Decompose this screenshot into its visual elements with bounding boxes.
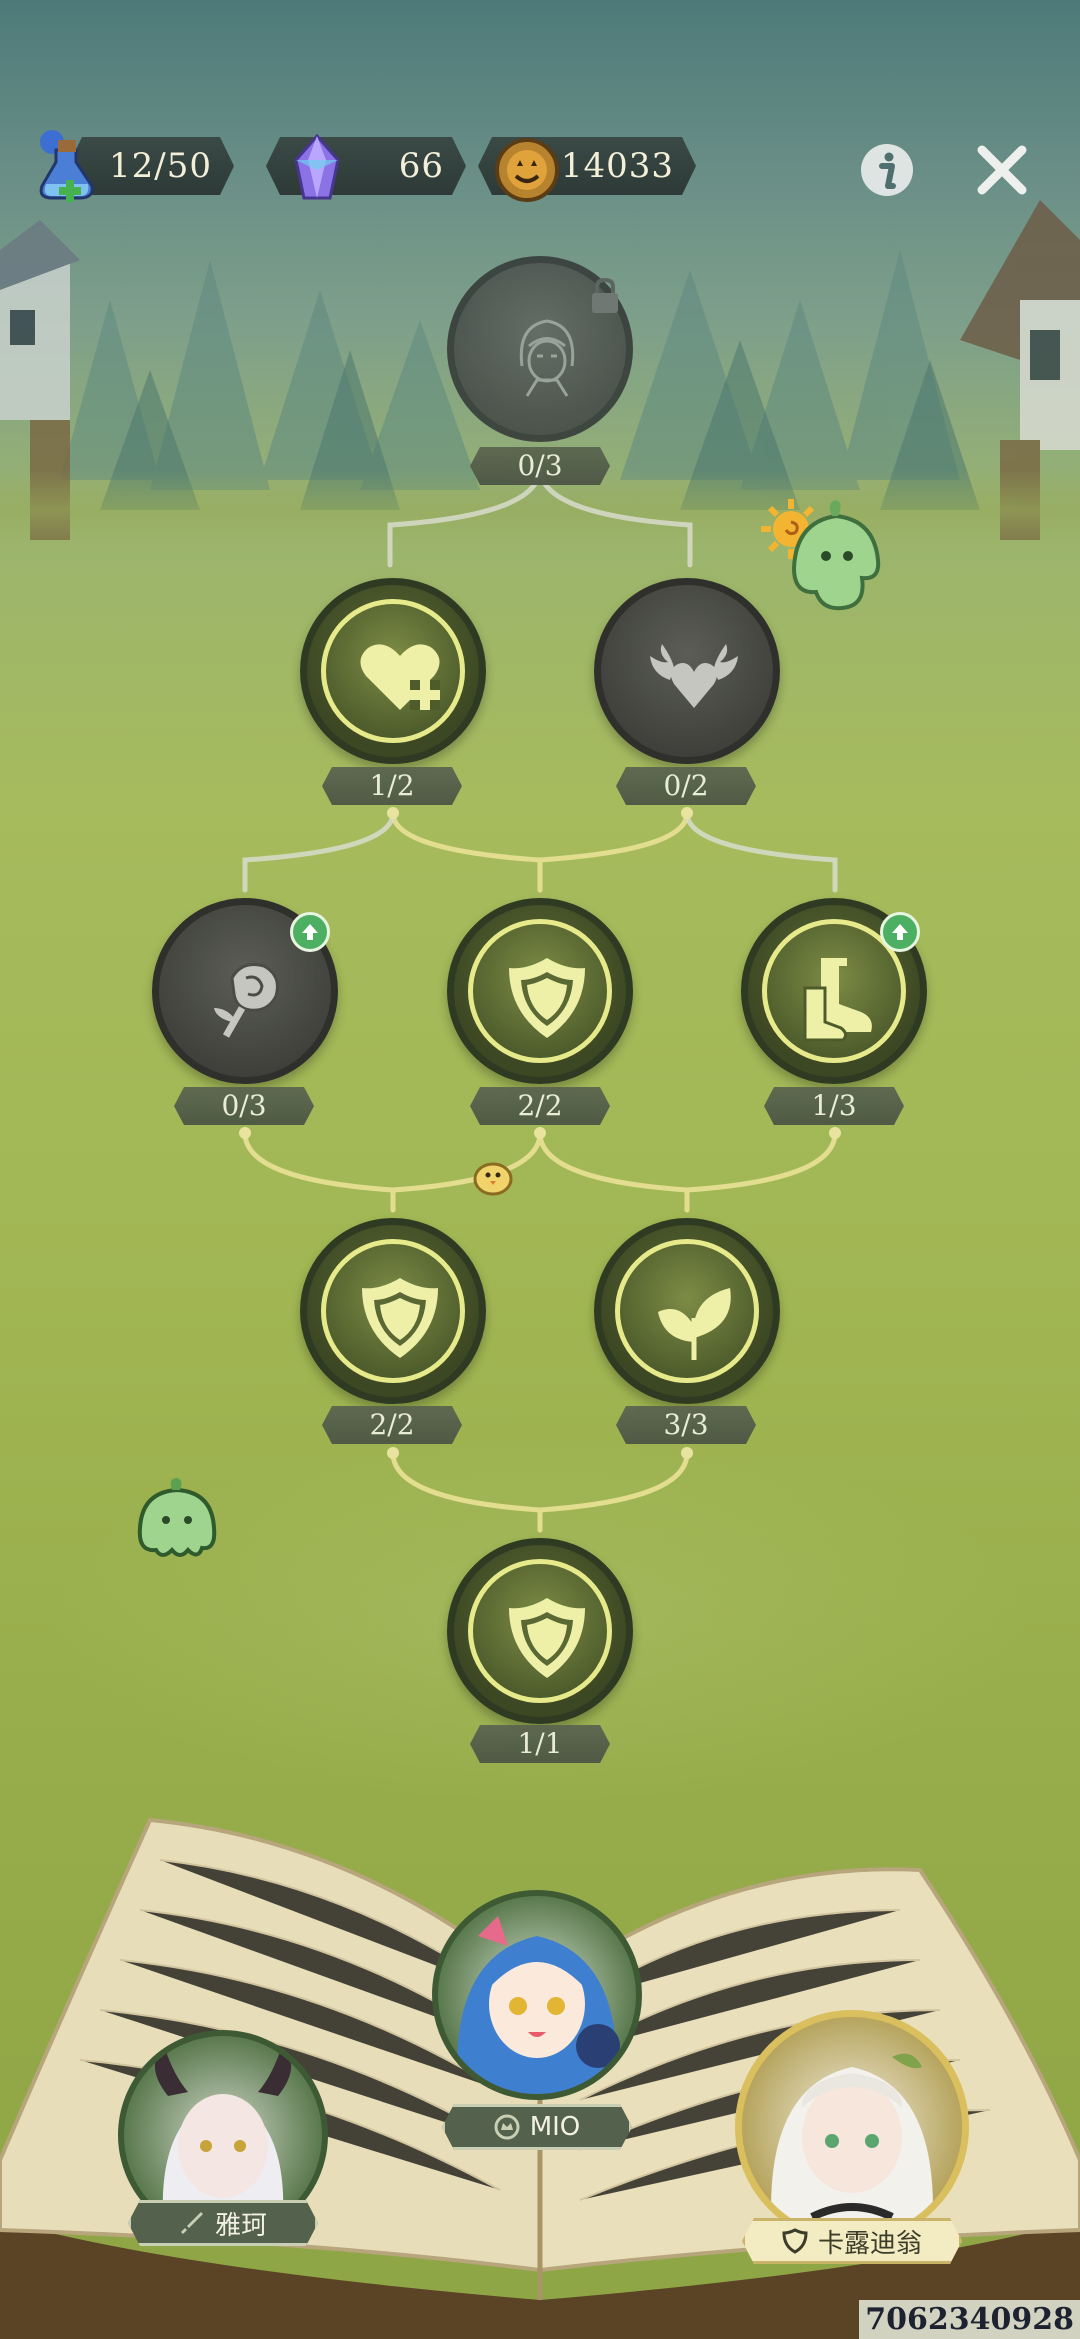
skill-node-heart-heal[interactable]	[300, 578, 486, 764]
shield-role-icon	[782, 2228, 808, 2254]
stamina-value: 12/50	[109, 146, 212, 186]
character-portrait-icon	[519, 319, 575, 397]
skill-node-heart-wings[interactable]	[594, 578, 780, 764]
hero-name-yake: 雅珂	[214, 2210, 267, 2241]
chick-icon	[473, 1162, 513, 1196]
coin-value: 14033	[560, 146, 674, 186]
skill-node-shield-1[interactable]	[447, 898, 633, 1084]
crown-icon	[494, 2114, 520, 2140]
boots-icon	[803, 958, 872, 1042]
shield-icon	[509, 1598, 585, 1678]
skill-node-leaf[interactable]	[594, 1218, 780, 1404]
node-count-portrait: 0/3	[470, 447, 610, 485]
hero-tag-yake: 雅珂	[128, 2200, 318, 2246]
user-id-label: 7062340928	[859, 2300, 1080, 2339]
skill-node-shield-2[interactable]	[300, 1218, 486, 1404]
close-button[interactable]	[970, 138, 1034, 202]
shield-icon	[362, 1278, 438, 1358]
hero-portrait-mio[interactable]	[432, 1890, 642, 2100]
node-count-shield-1: 2/2	[470, 1087, 610, 1125]
node-count-shield-2: 2/2	[322, 1406, 462, 1444]
hero-name-mio: MIO	[529, 2112, 581, 2142]
green-slime-icon	[791, 500, 881, 611]
node-count-heart-wings: 0/2	[616, 767, 756, 805]
lock-icon	[592, 277, 618, 313]
hero-name-kaludiweng: 卡露迪翁	[817, 2228, 922, 2259]
leaf-icon	[658, 1288, 731, 1360]
hero-tag-kaludiweng: 卡露迪翁	[742, 2218, 962, 2264]
node-count-shield-3: 1/1	[470, 1725, 610, 1763]
skill-node-shield-3[interactable]	[447, 1538, 633, 1724]
sword-icon	[179, 2210, 205, 2236]
hero-kaludiweng-art	[771, 2053, 933, 2237]
gem-value: 66	[398, 146, 444, 186]
hero-mio-art	[456, 1916, 620, 2094]
hero-portrait-kaludiweng[interactable]	[735, 2010, 969, 2244]
close-icon	[977, 145, 1027, 195]
upgrade-available-icon	[290, 912, 330, 952]
node-count-heart-heal: 1/2	[322, 767, 462, 805]
node-count-leaf: 3/3	[616, 1406, 756, 1444]
shield-icon	[509, 958, 585, 1038]
heart-plus-icon	[360, 644, 440, 710]
crystal-gem-icon	[294, 133, 340, 200]
stamina-potion-icon[interactable]	[30, 128, 108, 206]
info-button[interactable]	[855, 138, 919, 202]
rose-icon	[214, 963, 279, 1038]
winged-heart-icon	[650, 644, 738, 708]
hero-tag-mio: MIO	[442, 2104, 632, 2150]
pumpkin-coin-icon	[495, 138, 559, 202]
node-count-rose: 0/3	[174, 1087, 314, 1125]
node-count-boots: 1/3	[764, 1087, 904, 1125]
small-slime-icon	[137, 1478, 217, 1557]
upgrade-available-icon	[880, 912, 920, 952]
info-icon	[861, 144, 913, 196]
